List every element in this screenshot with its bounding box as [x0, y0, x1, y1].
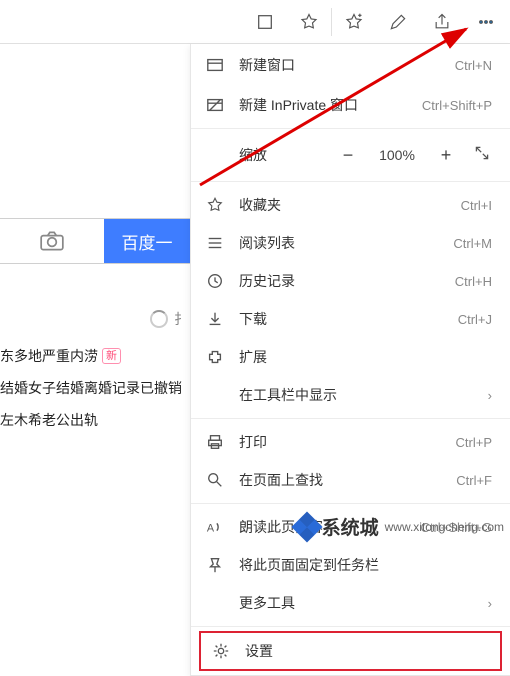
menu-history[interactable]: 历史记录 Ctrl+H — [191, 262, 510, 300]
readinglist-icon — [205, 233, 225, 253]
inprivate-icon — [205, 95, 225, 115]
new-badge: 新 — [102, 348, 121, 364]
watermark: 系统城 www.xitongcheng.com — [296, 513, 504, 540]
search-button[interactable]: 百度一 — [104, 219, 190, 263]
menu-label: 缩放 — [239, 145, 324, 165]
pin-icon — [205, 555, 225, 575]
news-text: 东多地严重内涝 — [0, 340, 98, 372]
menu-shortcut: Ctrl+J — [458, 312, 492, 327]
menu-downloads[interactable]: 下载 Ctrl+J — [191, 300, 510, 338]
settings-menu: 新建窗口 Ctrl+N 新建 InPrivate 窗口 Ctrl+Shift+P… — [190, 44, 510, 676]
menu-label: 下载 — [239, 309, 444, 329]
window-icon — [205, 55, 225, 75]
menu-favorites[interactable]: 收藏夹 Ctrl+I — [191, 186, 510, 224]
menu-more-tools[interactable]: 更多工具 › — [191, 584, 510, 622]
chevron-right-icon: › — [488, 388, 492, 403]
star-outline-icon[interactable] — [287, 0, 331, 44]
menu-shortcut: Ctrl+Shift+P — [422, 98, 492, 113]
menu-print[interactable]: 打印 Ctrl+P — [191, 423, 510, 461]
share-icon[interactable] — [420, 0, 464, 44]
more-icon[interactable] — [464, 0, 508, 44]
menu-shortcut: Ctrl+M — [453, 236, 492, 251]
menu-separator — [191, 626, 510, 627]
watermark-domain: www.xitongcheng.com — [385, 520, 504, 534]
news-text: 左木希老公出轨 — [0, 404, 98, 436]
search-icon — [205, 470, 225, 490]
menu-separator — [191, 128, 510, 129]
menu-shortcut: Ctrl+H — [455, 274, 492, 289]
star-icon — [205, 195, 225, 215]
zoom-value: 100% — [374, 147, 420, 163]
menu-label: 收藏夹 — [239, 195, 447, 215]
zoom-out-button[interactable]: − — [338, 145, 358, 166]
menu-shortcut: Ctrl+F — [456, 473, 492, 488]
print-icon — [205, 432, 225, 452]
tab-icon[interactable] — [243, 0, 287, 44]
menu-separator — [191, 181, 510, 182]
menu-shortcut: Ctrl+N — [455, 58, 492, 73]
menu-label: 阅读列表 — [239, 233, 439, 253]
pen-icon[interactable] — [376, 0, 420, 44]
menu-pin-taskbar[interactable]: 将此页面固定到任务栏 — [191, 546, 510, 584]
menu-label: 更多工具 — [239, 593, 474, 613]
menu-separator — [191, 418, 510, 419]
history-icon — [205, 271, 225, 291]
menu-extensions[interactable]: 扩展 — [191, 338, 510, 376]
svg-text:A: A — [207, 523, 215, 535]
search-bar-fragment: 百度一 — [0, 218, 190, 264]
menu-separator — [191, 503, 510, 504]
menu-shortcut: Ctrl+I — [461, 198, 492, 213]
gear-icon — [211, 641, 231, 661]
menu-shortcut: Ctrl+P — [456, 435, 492, 450]
read-aloud-icon: A — [205, 517, 225, 537]
news-text: 结婚女子结婚离婚记录已撤销 — [0, 372, 182, 404]
menu-new-inprivate[interactable]: 新建 InPrivate 窗口 Ctrl+Shift+P — [191, 86, 510, 124]
menu-settings[interactable]: 设置 — [199, 631, 502, 671]
menu-label: 在页面上查找 — [239, 470, 442, 490]
menu-find[interactable]: 在页面上查找 Ctrl+F — [191, 461, 510, 499]
menu-show-in-toolbar[interactable]: 在工具栏中显示 › — [191, 376, 510, 414]
search-button-label: 百度一 — [122, 229, 173, 254]
spinner-icon — [150, 310, 168, 328]
news-item[interactable]: 结婚女子结婚离婚记录已撤销 — [0, 372, 190, 404]
fullscreen-icon[interactable] — [472, 145, 492, 166]
loading-text-fragment: 扌 — [174, 309, 188, 329]
menu-new-window[interactable]: 新建窗口 Ctrl+N — [191, 44, 510, 86]
camera-icon[interactable] — [0, 219, 104, 263]
menu-label: 历史记录 — [239, 271, 441, 291]
news-item[interactable]: 东多地严重内涝 新 — [0, 340, 190, 372]
menu-zoom: 缩放 − 100% + — [191, 133, 510, 177]
watermark-logo-icon — [291, 511, 322, 542]
browser-toolbar — [0, 0, 510, 44]
menu-label: 将此页面固定到任务栏 — [239, 555, 492, 575]
news-list: 东多地严重内涝 新 结婚女子结婚离婚记录已撤销 左木希老公出轨 — [0, 340, 190, 436]
zoom-in-button[interactable]: + — [436, 145, 456, 166]
loading-indicator: 扌 — [150, 309, 188, 329]
menu-label: 新建窗口 — [239, 55, 441, 75]
menu-label: 新建 InPrivate 窗口 — [239, 95, 408, 115]
menu-label: 设置 — [245, 641, 490, 661]
chevron-right-icon: › — [488, 596, 492, 611]
extension-icon — [205, 347, 225, 367]
menu-label: 打印 — [239, 432, 442, 452]
download-icon — [205, 309, 225, 329]
favorites-star-icon[interactable] — [332, 0, 376, 44]
menu-label: 在工具栏中显示 — [239, 385, 474, 405]
watermark-brand: 系统城 — [322, 513, 379, 540]
menu-label: 扩展 — [239, 347, 492, 367]
menu-reading-list[interactable]: 阅读列表 Ctrl+M — [191, 224, 510, 262]
news-item[interactable]: 左木希老公出轨 — [0, 404, 190, 436]
